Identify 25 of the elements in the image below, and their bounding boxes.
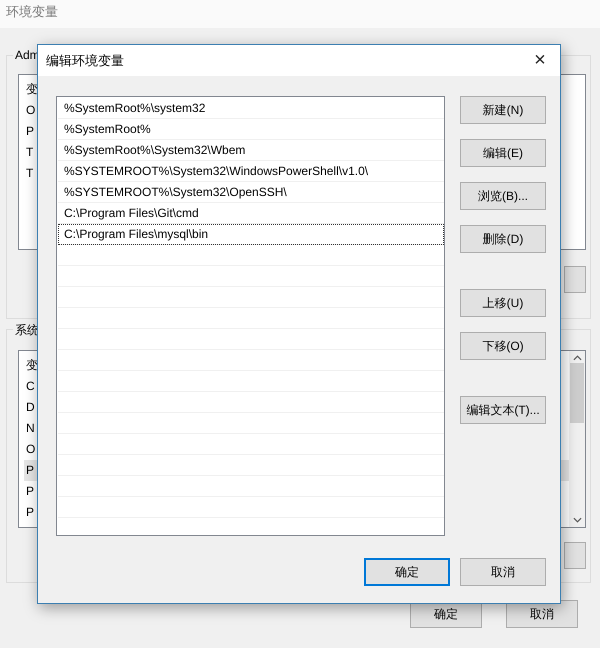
scroll-thumb[interactable] [570,363,584,423]
side-button[interactable]: 删除(D) [460,225,546,253]
side-button[interactable]: 下移(O) [460,332,546,360]
hidden-button[interactable] [564,266,586,293]
side-button[interactable]: 浏览(B)... [460,182,546,210]
side-button[interactable]: 编辑(E) [460,139,546,167]
side-button[interactable]: 新建(N) [460,96,546,124]
path-item[interactable]: %SystemRoot%\System32\Wbem [58,140,444,161]
scrollbar[interactable] [569,351,585,527]
path-item[interactable]: %SystemRoot% [58,119,444,140]
close-button[interactable]: × [520,46,560,76]
side-button[interactable]: 编辑文本(T)... [460,396,546,424]
scroll-up-icon[interactable] [572,355,582,361]
path-item[interactable]: %SYSTEMROOT%\System32\OpenSSH\ [58,182,444,203]
path-item[interactable]: C:\Program Files\Git\cmd [58,203,444,224]
side-button[interactable]: 上移(U) [460,289,546,317]
scroll-down-icon[interactable] [572,517,582,523]
dialog-title: 编辑环境变量 [46,52,124,70]
hidden-button[interactable] [564,542,586,569]
dialog-button[interactable]: 确定 [364,558,450,586]
window-title: 环境变量 [0,0,600,28]
path-item[interactable]: %SYSTEMROOT%\System32\WindowsPowerShell\v1.0\ [58,161,444,182]
dialog-button[interactable]: 取消 [460,558,546,586]
path-item[interactable]: C:\Program Files\mysql\bin [58,224,444,245]
path-item[interactable]: %SystemRoot%\system32 [58,98,444,119]
